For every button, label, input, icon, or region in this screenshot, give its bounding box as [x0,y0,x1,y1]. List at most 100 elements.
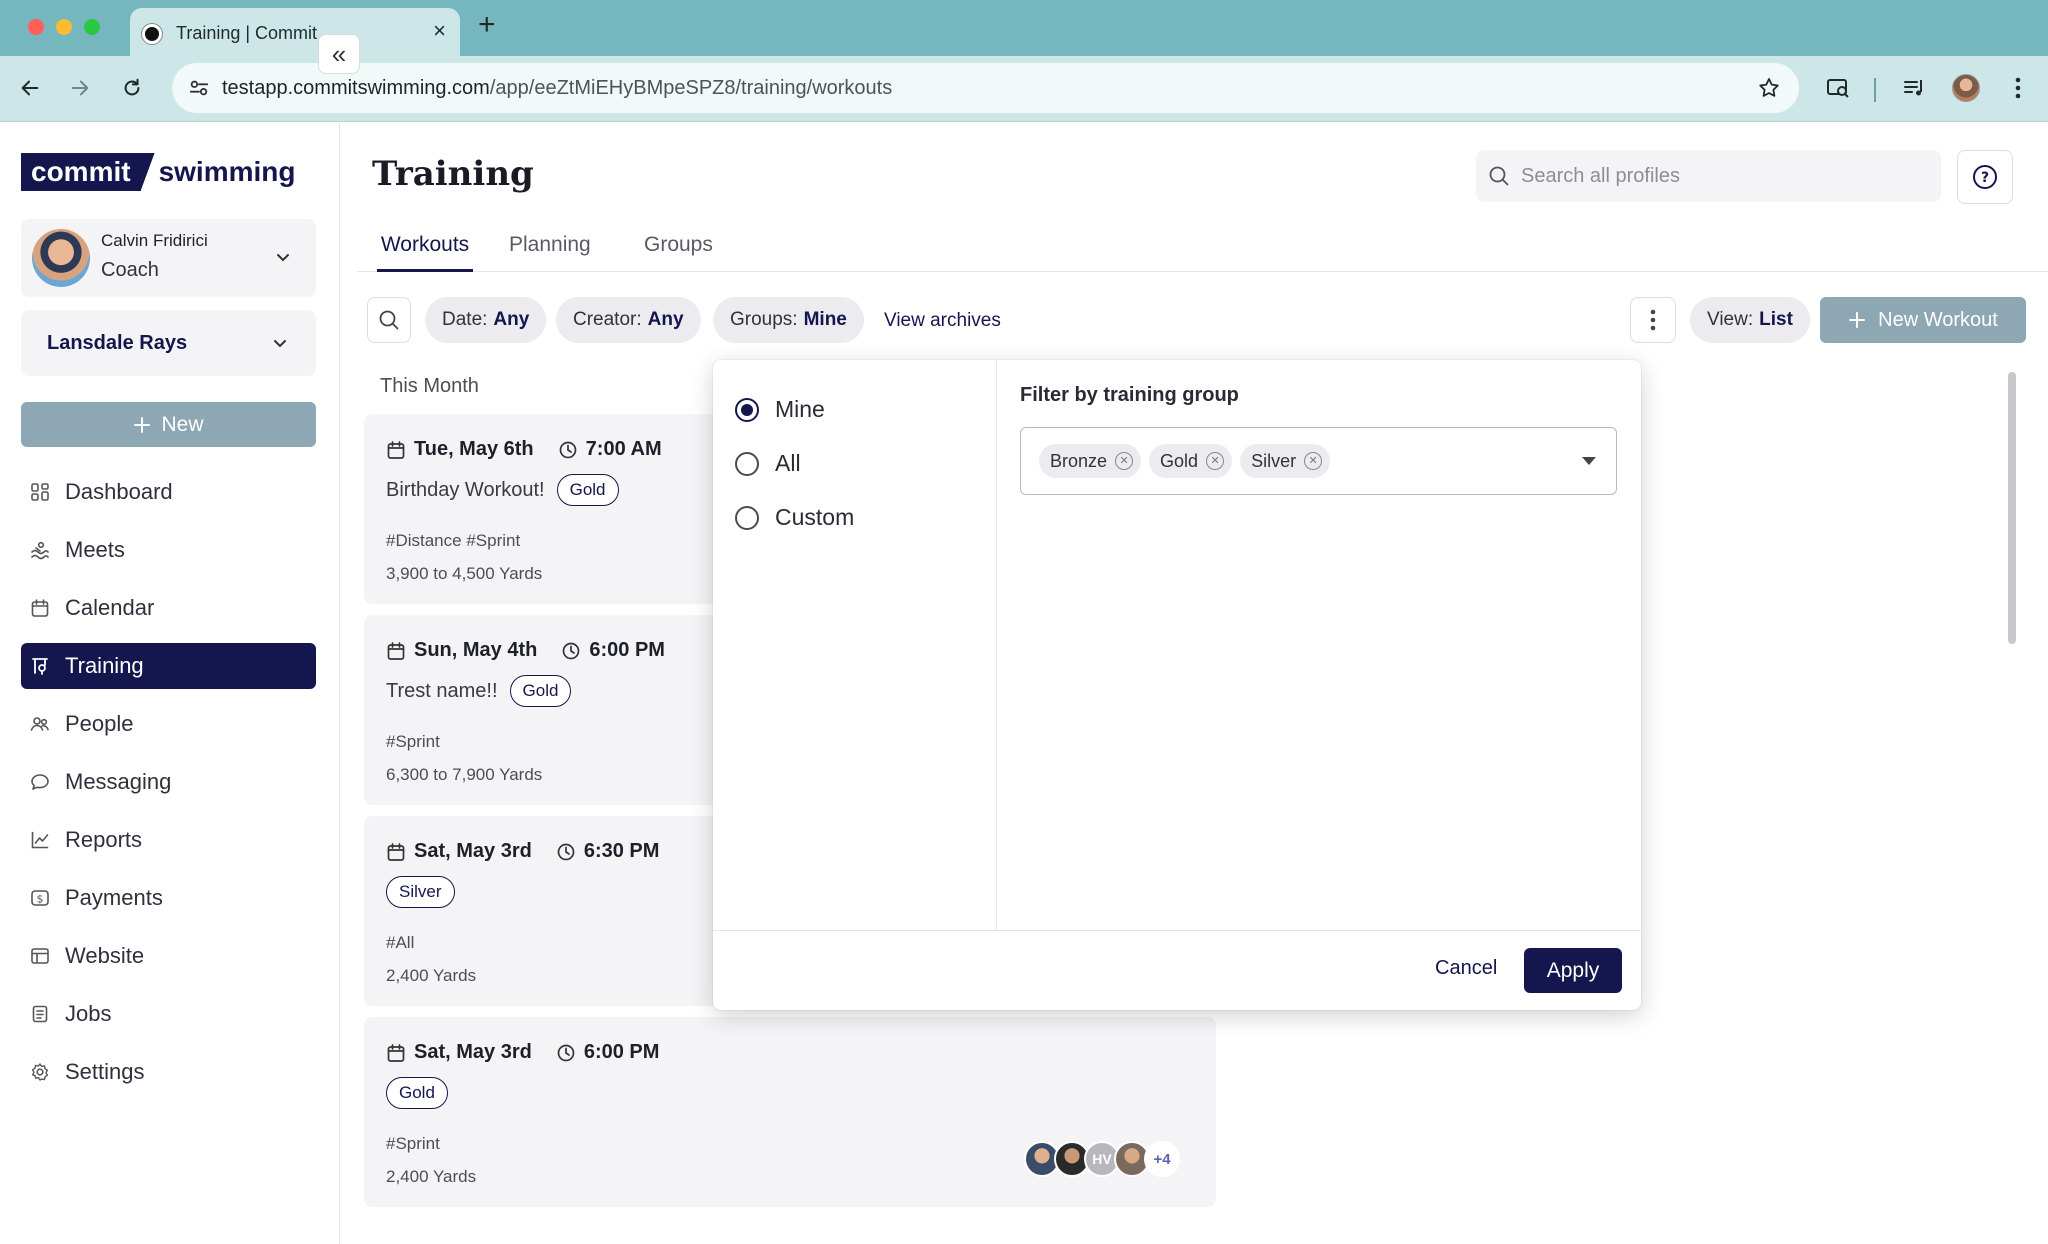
workout-yards: 3,900 to 4,500 Yards [386,564,543,583]
chip-label: Creator: [573,309,642,330]
sidebar-item-people[interactable]: People [21,701,316,747]
new-button[interactable]: New [21,402,316,447]
help-icon: ? [1973,165,1997,189]
browser-menu-icon[interactable] [2000,70,2036,106]
option-mine[interactable]: Mine [735,396,825,423]
training-icon [29,655,51,677]
apply-button[interactable]: Apply [1524,948,1622,993]
media-controls-icon[interactable] [1896,70,1932,106]
creator-filter-chip[interactable]: Creator: Any [556,297,701,343]
filter-search-button[interactable] [367,297,411,343]
filter-heading: Filter by training group [1020,384,1239,406]
new-workout-button[interactable]: New Workout [1820,297,2026,343]
bookmark-star-icon[interactable] [1757,76,1781,100]
clock-icon [559,441,577,458]
people-icon [29,713,51,735]
maximize-window-button[interactable] [84,19,100,35]
toolbar-divider [1874,78,1876,102]
url-text: testapp.commitswimming.com/app/eeZtMiEHy… [222,77,893,99]
sidebar-item-messaging[interactable]: Messaging [21,759,316,805]
cancel-button[interactable]: Cancel [1435,957,1497,980]
calendar-icon [387,842,405,861]
group-badge: Gold [386,1077,448,1109]
group-badge: Silver [386,876,455,908]
sidebar-item-meets[interactable]: Meets [21,527,316,573]
forward-button[interactable] [62,70,98,106]
remove-chip-icon[interactable]: ✕ [1304,452,1323,470]
date-filter-chip[interactable]: Date: Any [425,297,547,343]
group-scope-options: Mine All Custom [713,360,997,930]
section-heading: This Month [380,375,479,397]
sidebar-item-settings[interactable]: Settings [21,1049,316,1095]
close-tab-icon[interactable]: × [433,20,446,42]
screen-search-icon[interactable] [1820,70,1856,106]
sidebar-item-payments[interactable]: $ Payments [21,875,316,921]
back-button[interactable] [12,70,48,106]
view-archives-link[interactable]: View archives [884,310,1001,332]
site-settings-icon[interactable] [188,77,210,99]
workout-time: 6:00 PM [589,639,665,661]
close-window-button[interactable] [28,19,44,35]
team-switcher[interactable]: Lansdale Rays [21,310,316,376]
tab-workouts[interactable]: Workouts [377,233,473,272]
minimize-window-button[interactable] [56,19,72,35]
search-icon [1489,166,1509,186]
reload-icon [124,78,140,96]
sidebar-item-label: Payments [65,885,163,910]
option-all[interactable]: All [735,450,801,477]
sidebar-item-calendar[interactable]: Calendar [21,585,316,631]
search-profiles-input[interactable]: Search all profiles [1476,150,1941,202]
chip-label: Gold [1160,450,1199,471]
svg-text:$: $ [37,893,44,906]
sidebar-item-website[interactable]: Website [21,933,316,979]
option-custom[interactable]: Custom [735,504,854,531]
assigned-swimmers[interactable]: HV +4 [1024,1141,1180,1177]
tab-groups[interactable]: Groups [644,233,713,272]
clock-icon [557,843,575,860]
tab-planning[interactable]: Planning [509,233,591,272]
more-options-button[interactable] [1630,297,1676,343]
dropdown-arrow-icon[interactable] [1582,457,1596,465]
address-bar[interactable]: testapp.commitswimming.com/app/eeZtMiEHy… [172,63,1799,113]
sidebar-item-jobs[interactable]: Jobs [21,991,316,1037]
scrollbar[interactable] [2008,372,2016,644]
sidebar-item-training[interactable]: Training [21,643,316,689]
sidebar-item-dashboard[interactable]: Dashboard [21,469,316,515]
workout-date: Sat, May 3rd [414,840,532,862]
remove-chip-icon[interactable]: ✕ [1115,452,1134,470]
new-tab-button[interactable]: + [478,10,496,40]
user-switcher[interactable]: Calvin Fridirici Coach [21,219,316,297]
training-group-select[interactable]: Bronze ✕ Gold ✕ Silver ✕ [1020,427,1617,495]
view-mode-chip[interactable]: View: List [1690,297,1810,343]
radio-button[interactable] [735,397,759,422]
workout-title: Birthday Workout! [386,478,545,501]
browser-toolbar: testapp.commitswimming.com/app/eeZtMiEHy… [0,56,2048,122]
help-button[interactable]: ? [1957,150,2013,204]
reload-button[interactable] [114,70,150,106]
favicon-icon [142,24,162,44]
workout-card[interactable]: Sat, May 3rd 6:00 PM Gold #Sprint 2,400 … [364,1017,1216,1207]
sidebar: commit swimming Calvin Fridirici Coach La… [0,123,340,1244]
sidebar-item-label: Jobs [65,1001,112,1026]
group-badge: Gold [509,675,572,707]
workout-date: Sat, May 3rd [414,1041,532,1063]
chevron-down-icon [277,254,289,262]
radio-button[interactable] [735,505,759,530]
sidebar-item-reports[interactable]: Reports [21,817,316,863]
profile-avatar[interactable] [1948,70,1984,106]
collapse-sidebar-button[interactable]: « [318,34,360,74]
sidebar-item-label: Website [65,943,145,968]
calendar-icon [29,597,51,619]
svg-text:?: ? [1981,170,1989,186]
browser-tab[interactable]: Training | Commit × [130,8,460,56]
more-avatars-count: +4 [1144,1141,1180,1177]
sidebar-item-label: Training [65,653,144,678]
workout-time: 6:30 PM [583,840,660,862]
chip-label: Groups: [730,309,798,330]
user-role: Coach [101,259,159,281]
groups-filter-chip[interactable]: Groups: Mine [713,297,864,343]
radio-button[interactable] [735,451,759,476]
sidebar-item-label: People [65,711,134,736]
remove-chip-icon[interactable]: ✕ [1206,452,1225,470]
commit-swimming-logo[interactable]: commit swimming [21,153,296,191]
